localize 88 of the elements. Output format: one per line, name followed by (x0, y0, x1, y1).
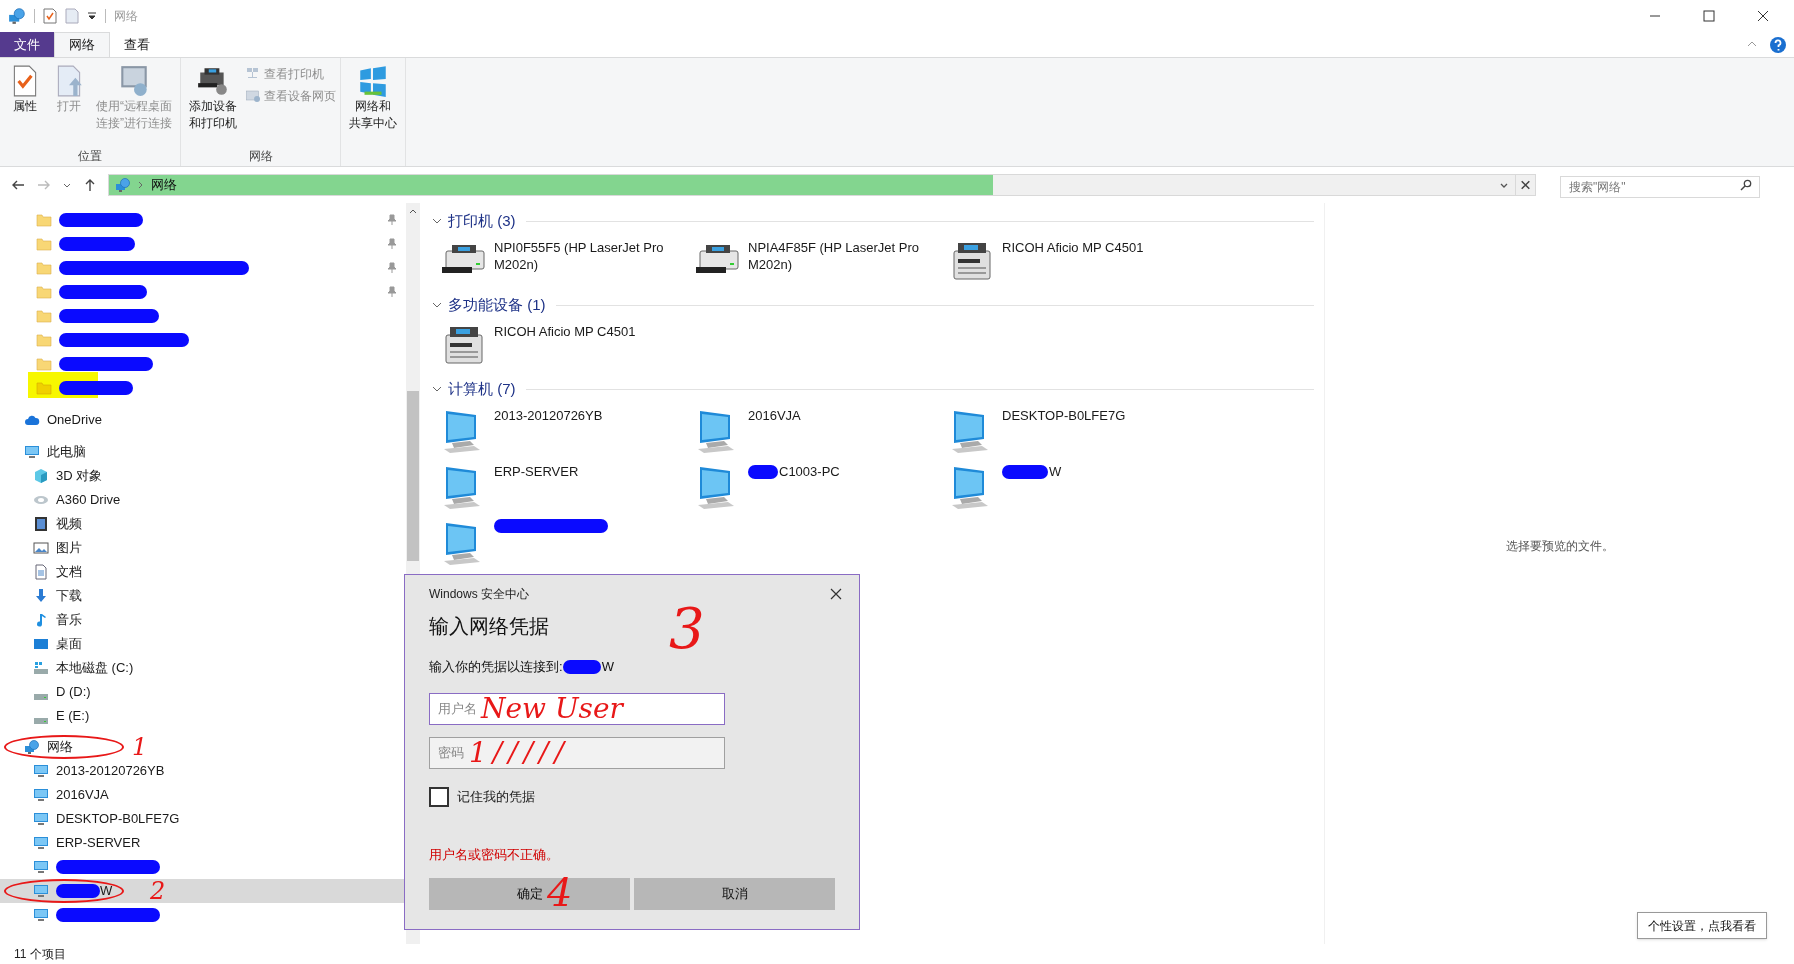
nav-item[interactable]: E (E:) (0, 704, 406, 728)
ribbon-tab[interactable]: 文件 (0, 32, 54, 57)
dialog-caption: Windows 安全中心 (429, 586, 529, 603)
nav-item[interactable]: 3D 对象 (0, 464, 406, 488)
nav-item[interactable]: W 2 (0, 879, 406, 903)
nav-label: 音乐 (56, 611, 82, 630)
ribbon-button[interactable]: 添加设备 和打印机 (185, 64, 241, 146)
error-message: 用户名或密码不正确。 (429, 845, 559, 864)
device-name: RICOH Aficio MP C4501 (494, 323, 636, 340)
nav-item[interactable]: OneDrive (0, 408, 406, 432)
nav-label: 视频 (56, 515, 82, 534)
checkbox-label: 记住我的凭据 (457, 787, 535, 806)
nav-item[interactable]: A360 Drive (0, 488, 406, 512)
ribbon-tab[interactable]: 网络 (54, 32, 110, 57)
ribbon-tab[interactable]: 查看 (110, 32, 164, 57)
nav-label: ERP-SERVER (56, 834, 141, 853)
item-count: 11 个项目 (14, 946, 66, 963)
nav-item[interactable]: 本地磁盘 (C:) (0, 656, 406, 680)
ribbon-button[interactable]: 属性 (4, 64, 46, 146)
search-field[interactable]: 搜索"网络" (1560, 176, 1760, 198)
device-tile[interactable]: NPI0F55F5 (HP LaserJet Pro M202n) (440, 233, 694, 289)
nav-label: 2013-20120726YB (56, 762, 165, 781)
device-name: 2016VJA (748, 407, 801, 424)
nav-label: E (E:) (56, 707, 90, 726)
device-name: DESKTOP-B0LFE7G (1002, 407, 1126, 424)
nav-item[interactable]: 下载 (0, 584, 406, 608)
nav-item[interactable]: 桌面 (0, 632, 406, 656)
device-name: C1003-PC (779, 463, 840, 480)
handwritten-number: 2 (150, 879, 166, 903)
nav-label: 本地磁盘 (C:) (56, 659, 134, 678)
nav-item[interactable]: 文档 (0, 560, 406, 584)
dialog-prompt: 输入你的凭据以连接到: (429, 658, 563, 676)
address-path[interactable]: 网络 (151, 175, 177, 195)
nav-label: OneDrive (47, 411, 102, 430)
preview-message: 选择要预览的文件。 (1505, 537, 1614, 555)
nav-label: W (100, 882, 113, 901)
nav-label: 文档 (56, 563, 82, 582)
nav-label: 下载 (56, 587, 82, 606)
window-title: 网络 (114, 8, 138, 25)
nav-item[interactable]: D (D:) (0, 680, 406, 704)
nav-label: 网络 (47, 738, 73, 757)
nav-label: D (D:) (56, 683, 91, 702)
group-header[interactable]: 打印机 (3) (448, 209, 516, 233)
nav-item[interactable]: 视频 (0, 512, 406, 536)
device-name: ERP-SERVER (494, 463, 579, 480)
device-name: 2013-20120726YB (494, 407, 603, 424)
device-name: RICOH Aficio MP C4501 (1002, 239, 1144, 256)
nav-item[interactable]: DESKTOP-B0LFE7G (0, 807, 406, 831)
device-name: NPIA4F85F (HP LaserJet Pro M202n) (748, 239, 919, 273)
group-label: 位置 (78, 148, 102, 165)
nav-label: 桌面 (56, 635, 82, 654)
tooltip: 个性设置，点我看看 (1637, 912, 1767, 939)
device-tile[interactable]: NPIA4F85F (HP LaserJet Pro M202n) (694, 233, 948, 289)
device-tile[interactable]: DESKTOP-B0LFE7G (948, 401, 1202, 457)
device-tile[interactable]: 2013-20120726YB (440, 401, 694, 457)
dialog-heading: 输入网络凭据 (429, 614, 549, 639)
handwritten-number: 1 (132, 735, 148, 759)
nav-label: 图片 (56, 539, 82, 558)
device-name: NPI0F55F5 (HP LaserJet Pro M202n) (494, 239, 664, 273)
nav-item[interactable]: 图片 (0, 536, 406, 560)
device-tile[interactable]: RICOH Aficio MP C4501 (948, 233, 1202, 289)
group-header[interactable]: 计算机 (7) (448, 377, 516, 401)
nav-label: A360 Drive (56, 491, 121, 510)
nav-item[interactable]: 网络 1 (0, 735, 406, 759)
nav-label: 此电脑 (47, 443, 86, 462)
nav-item[interactable]: ERP-SERVER (0, 831, 406, 855)
handwritten-scribble: 1///// (469, 734, 570, 771)
device-tile[interactable]: C1003-PC (694, 457, 948, 513)
nav-item[interactable]: 2013-20120726YB (0, 759, 406, 783)
nav-item[interactable]: 此电脑 (0, 440, 406, 464)
nav-label: DESKTOP-B0LFE7G (56, 810, 180, 829)
nav-item[interactable]: 音乐 (0, 608, 406, 632)
device-name: W (1049, 463, 1062, 480)
device-tile[interactable]: ERP-SERVER (440, 457, 694, 513)
handwritten-number: 3 (669, 601, 705, 657)
nav-label: 2016VJA (56, 786, 109, 805)
ribbon-button[interactable]: 网络和 共享中心 (345, 64, 401, 146)
dialog-button[interactable]: 取消 (634, 878, 835, 910)
device-tile[interactable]: 2016VJA (694, 401, 948, 457)
device-tile[interactable]: RICOH Aficio MP C4501 (440, 317, 694, 373)
handwritten-scribble: New User (481, 690, 623, 727)
group-header[interactable]: 多功能设备 (1) (448, 293, 546, 317)
address-bar[interactable]: 网络 (108, 174, 1536, 196)
device-tile[interactable]: W (948, 457, 1202, 513)
target-name: W (601, 658, 614, 676)
nav-label: 3D 对象 (56, 467, 103, 486)
group-label: 网络 (248, 148, 273, 165)
nav-item[interactable]: 2016VJA (0, 783, 406, 807)
